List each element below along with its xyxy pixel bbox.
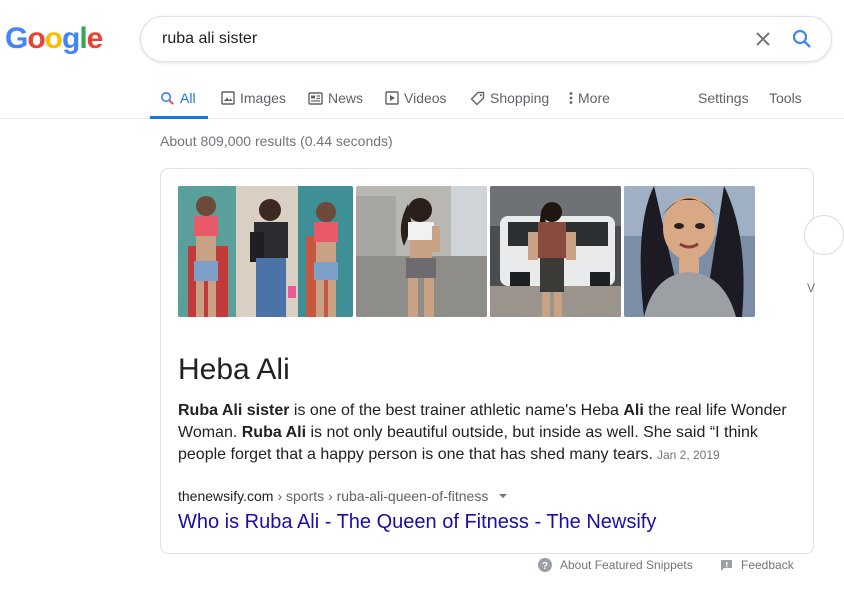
about-featured-snippets-link[interactable]: ? About Featured Snippets: [538, 558, 693, 572]
snippet-image[interactable]: [178, 186, 353, 317]
svg-text:?: ?: [542, 561, 548, 572]
tab-label: Tools: [769, 90, 802, 106]
featured-snippet: V Heba Ali Ruba Ali sister is one of the…: [160, 168, 844, 554]
tab-label: Settings: [698, 90, 749, 106]
feedback-link[interactable]: Feedback: [720, 558, 794, 572]
caret-down-icon[interactable]: [498, 493, 508, 499]
clipped-label: V: [807, 281, 816, 295]
tab-news[interactable]: News: [308, 88, 363, 108]
snippet-image[interactable]: [624, 186, 755, 317]
search-icon: [792, 29, 811, 48]
logo-letter: g: [62, 22, 80, 55]
answer-title: Heba Ali: [178, 353, 290, 386]
tab-label: Shopping: [490, 90, 550, 106]
logo-letter: o: [27, 22, 45, 55]
about-featured-snippets-label: About Featured Snippets: [560, 558, 693, 572]
snippet-bold: Ruba Ali: [241, 424, 307, 441]
news-icon: [308, 91, 323, 105]
snippet-bold: Ruba Ali sister: [178, 402, 290, 419]
breadcrumb-path: › sports › ruba-ali-queen-of-fitness: [277, 488, 489, 504]
more-vert-icon: [569, 92, 573, 104]
image-strip: [178, 186, 755, 317]
google-logo[interactable]: Google: [5, 22, 104, 56]
tab-more[interactable]: More: [569, 88, 610, 108]
close-icon: [756, 32, 770, 46]
snippet-bold: Ali: [623, 402, 644, 419]
logo-letter: G: [5, 22, 28, 55]
clear-search-button[interactable]: [753, 29, 773, 49]
result-breadcrumb: thenewsify.com › sports › ruba-ali-queen…: [178, 488, 508, 504]
tab-label: Videos: [404, 90, 447, 106]
result-stats: About 809,000 results (0.44 seconds): [160, 133, 393, 149]
search-tabs: All Images News Videos Shopping More Set…: [0, 76, 844, 119]
search-box[interactable]: ruba ali sister: [140, 16, 832, 62]
logo-letter: l: [79, 22, 87, 55]
tab-tools[interactable]: Tools: [769, 88, 802, 108]
tab-label: All: [180, 90, 196, 106]
tab-shopping[interactable]: Shopping: [470, 88, 549, 108]
active-tab-indicator: [150, 116, 208, 119]
search-button[interactable]: [791, 28, 813, 50]
feedback-label: Feedback: [741, 558, 794, 572]
video-icon: [385, 91, 399, 105]
logo-letter: o: [44, 22, 63, 55]
tab-label: More: [578, 90, 610, 106]
tab-all[interactable]: All: [160, 88, 196, 108]
snippet-date: Jan 2, 2019: [656, 448, 720, 462]
image-carousel-next-button[interactable]: [804, 215, 844, 255]
tag-icon: [470, 91, 485, 105]
search-icon: [161, 91, 174, 105]
snippet-image[interactable]: [490, 186, 621, 317]
search-input[interactable]: ruba ali sister: [162, 30, 257, 48]
help-icon: ?: [538, 558, 552, 572]
tab-videos[interactable]: Videos: [385, 88, 447, 108]
snippet-span: is one of the best trainer athletic name…: [289, 402, 624, 419]
image-icon: [221, 91, 235, 105]
tab-settings[interactable]: Settings: [698, 88, 749, 108]
logo-letter: e: [86, 22, 104, 55]
feedback-icon: [721, 559, 732, 571]
tab-images[interactable]: Images: [221, 88, 286, 108]
tab-label: Images: [240, 90, 286, 106]
tab-label: News: [328, 90, 364, 106]
result-title-link[interactable]: Who is Ruba Ali - The Queen of Fitness -…: [178, 511, 656, 534]
snippet-text: Ruba Ali sister is one of the best train…: [178, 400, 798, 466]
snippet-image[interactable]: [356, 186, 487, 317]
breadcrumb-site: thenewsify.com: [178, 488, 274, 504]
